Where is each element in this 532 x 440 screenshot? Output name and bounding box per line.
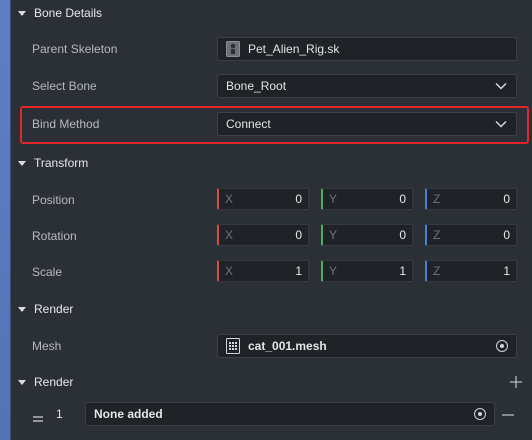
skeleton-file-icon: [226, 41, 240, 57]
axis-x-label: X: [225, 228, 234, 242]
section-header-render[interactable]: Render: [11, 296, 532, 322]
collapse-triangle-icon: [18, 160, 26, 166]
position-y-field[interactable]: Y 0: [321, 188, 413, 210]
axis-x-label: X: [225, 192, 234, 206]
rotation-y-field[interactable]: Y 0: [321, 224, 413, 246]
scale-x-value: 1: [295, 264, 302, 278]
rotation-y-value: 0: [399, 228, 406, 242]
scale-x-field[interactable]: X 1: [217, 260, 309, 282]
axis-z-label: Z: [433, 228, 441, 242]
scale-z-field[interactable]: Z 1: [425, 260, 517, 282]
select-bone-label: Select Bone: [32, 79, 97, 93]
rotation-x-value: 0: [295, 228, 302, 242]
collapse-triangle-icon: [18, 306, 26, 312]
collapse-triangle-icon: [18, 10, 26, 16]
left-edge-strip: [0, 0, 11, 440]
rotation-x-field[interactable]: X 0: [217, 224, 309, 246]
mesh-field[interactable]: cat_001.mesh: [217, 334, 517, 358]
position-x-value: 0: [295, 192, 302, 206]
list-item: 1 None added: [11, 401, 532, 427]
axis-y-label: Y: [329, 228, 338, 242]
position-z-field[interactable]: Z 0: [425, 188, 517, 210]
inspector-panel: Bone Details Parent Skeleton Pet_Alien_R…: [11, 0, 532, 440]
position-x-field[interactable]: X 0: [217, 188, 309, 210]
render-slot-field[interactable]: None added: [85, 402, 495, 426]
axis-y-label: Y: [329, 192, 338, 206]
add-icon[interactable]: [510, 376, 522, 388]
section-header-transform[interactable]: Transform: [11, 150, 532, 176]
mesh-file-icon: [226, 338, 240, 354]
section-title: Render: [34, 302, 74, 316]
collapse-triangle-icon: [18, 379, 26, 385]
section-title: Bone Details: [34, 6, 103, 20]
parent-skeleton-field[interactable]: Pet_Alien_Rig.sk: [217, 37, 517, 61]
position-z-value: 0: [503, 192, 510, 206]
mesh-label: Mesh: [32, 339, 62, 353]
section-header-render-list[interactable]: Render: [11, 369, 532, 395]
mesh-value: cat_001.mesh: [248, 339, 327, 353]
scale-y-value: 1: [399, 264, 406, 278]
chevron-down-icon: [495, 82, 507, 90]
axis-z-label: Z: [433, 192, 441, 206]
scale-label: Scale: [32, 265, 63, 279]
remove-icon[interactable]: [502, 408, 514, 420]
drag-handle-icon[interactable]: [33, 410, 43, 422]
position-y-value: 0: [399, 192, 406, 206]
list-item-index: 1: [56, 407, 63, 421]
target-select-icon[interactable]: [496, 340, 508, 352]
section-header-bone-details[interactable]: Bone Details: [11, 0, 532, 26]
axis-z-label: Z: [433, 264, 441, 278]
rotation-z-value: 0: [503, 228, 510, 242]
select-bone-dropdown[interactable]: Bone_Root: [217, 74, 517, 98]
parent-skeleton-label: Parent Skeleton: [32, 42, 118, 56]
axis-y-label: Y: [329, 264, 338, 278]
parent-skeleton-value: Pet_Alien_Rig.sk: [248, 42, 340, 56]
section-title: Render: [34, 375, 74, 389]
rotation-z-field[interactable]: Z 0: [425, 224, 517, 246]
rotation-label: Rotation: [32, 229, 77, 243]
select-bone-value: Bone_Root: [226, 79, 287, 93]
scale-z-value: 1: [503, 264, 510, 278]
scale-y-field[interactable]: Y 1: [321, 260, 413, 282]
axis-x-label: X: [225, 264, 234, 278]
target-select-icon[interactable]: [474, 408, 486, 420]
render-slot-value: None added: [94, 407, 163, 421]
bind-method-highlight-box: [20, 106, 529, 144]
position-label: Position: [32, 193, 75, 207]
section-title: Transform: [34, 156, 89, 170]
